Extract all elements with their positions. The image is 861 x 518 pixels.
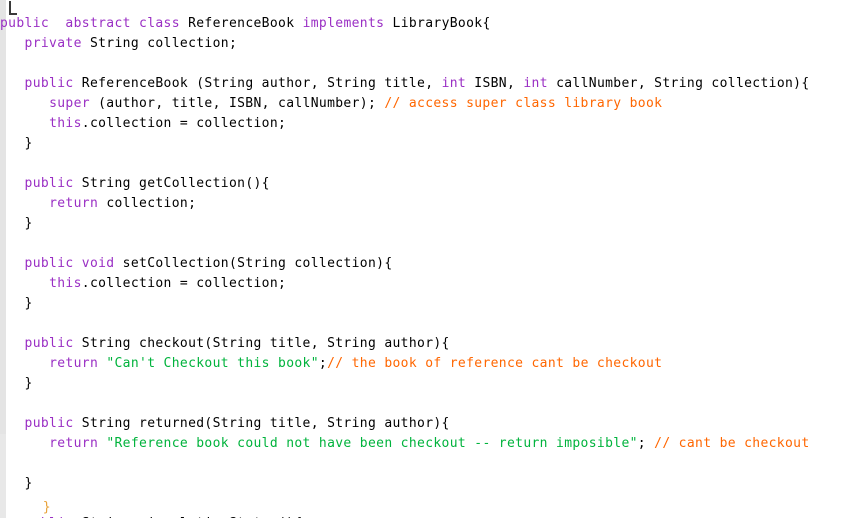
code-lines: public abstract class ReferenceBook impl… (0, 14, 861, 518)
code-line: public String getCollection(){ (0, 174, 861, 194)
code-token-kw: class (139, 16, 189, 31)
code-token-kw: public (24, 416, 82, 431)
code-token-kw: this (49, 116, 82, 131)
code-line: return "Can't Checkout this book";// the… (0, 354, 861, 374)
code-token-plain: .collection = collection; (81, 276, 287, 291)
code-token-cmt: // cant be checkout (654, 436, 810, 451)
code-line: return collection; (0, 194, 861, 214)
code-content-area[interactable]: public abstract class ReferenceBook impl… (0, 0, 861, 518)
code-token-str: "Reference book could not have been chec… (106, 436, 638, 451)
code-token-kw: void (81, 256, 123, 271)
code-token-plain: setCollection(String collection){ (122, 256, 393, 271)
code-token-plain: ISBN, (474, 76, 524, 91)
code-token-kw: public (24, 256, 82, 271)
code-token-kw: int (523, 76, 557, 91)
code-token-str: "Can't Checkout this book" (106, 356, 319, 371)
code-line: } (0, 134, 861, 154)
code-editor[interactable]: public abstract class ReferenceBook impl… (0, 0, 861, 518)
code-line: } (0, 374, 861, 394)
code-token-plain: callNumber, String collection){ (556, 76, 810, 91)
code-line: this.collection = collection; (0, 114, 861, 134)
code-token-plain: collection; (106, 196, 197, 211)
code-line: public String returned(String title, Str… (0, 414, 861, 434)
code-line: public void setCollection(String collect… (0, 254, 861, 274)
code-line: } (0, 214, 861, 234)
code-token-kw: int (441, 76, 475, 91)
code-line: public abstract class ReferenceBook impl… (0, 14, 861, 34)
code-token-plain: String getCollection(){ (81, 176, 270, 191)
code-token-kw: abstract (65, 16, 140, 31)
code-token-plain: .collection = collection; (81, 116, 287, 131)
code-token-kw: private (24, 36, 90, 51)
code-token-kw: implements (302, 16, 393, 31)
code-line: super (author, title, ISBN, callNumber);… (0, 94, 861, 114)
code-line: this.collection = collection; (0, 274, 861, 294)
code-token-kw: public (24, 76, 82, 91)
code-token-kw: return (49, 196, 107, 211)
class-closing-brace: } (10, 484, 51, 518)
closing-brace-glyph: } (42, 500, 51, 515)
code-token-kw: return (49, 436, 107, 451)
code-line: } (0, 294, 861, 314)
code-token-plain: String returned(String title, String aut… (81, 416, 450, 431)
code-line: private String collection; (0, 34, 861, 54)
code-token-kw: public (24, 336, 82, 351)
code-token-plain: (author, title, ISBN, callNumber); (98, 96, 385, 111)
code-token-kw: this (49, 276, 82, 291)
code-token-kw: return (49, 356, 107, 371)
code-token-plain: String checkout(String title, String aut… (81, 336, 450, 351)
code-line: return "Reference book could not have be… (0, 434, 861, 454)
code-token-cmt: // the book of reference cant be checkou… (327, 356, 663, 371)
code-token-plain: ; (637, 436, 655, 451)
code-token-kw: public (0, 16, 66, 31)
code-token-plain: } (0, 376, 33, 391)
code-token-plain: LibraryBook{ (392, 16, 491, 31)
code-token-kw: super (49, 96, 99, 111)
code-token-plain: ; (318, 356, 328, 371)
code-line: } (0, 474, 861, 494)
code-token-plain: } (0, 216, 33, 231)
code-token-plain: String collection; (89, 36, 238, 51)
code-line: public String checkout(String title, Str… (0, 334, 861, 354)
code-token-plain: ReferenceBook (188, 16, 303, 31)
code-line: public String circulationStatus(){ (0, 514, 861, 518)
code-token-cmt: // access super class library book (384, 96, 663, 111)
code-token-plain: } (0, 296, 33, 311)
code-token-plain: ReferenceBook (String author, String tit… (81, 76, 442, 91)
code-token-plain: } (0, 136, 33, 151)
code-line: public ReferenceBook (String author, Str… (0, 74, 861, 94)
code-token-kw: public (24, 176, 82, 191)
